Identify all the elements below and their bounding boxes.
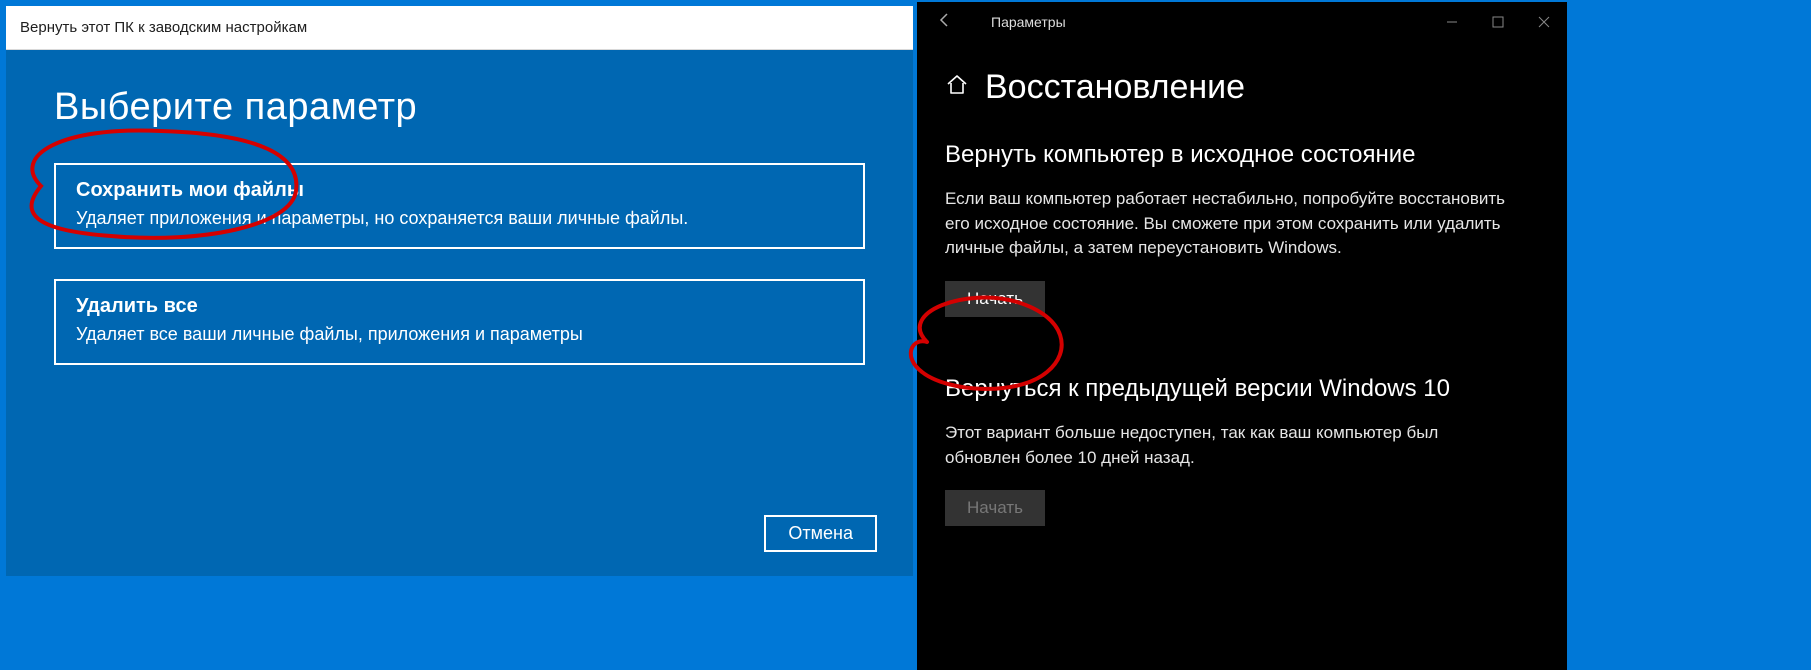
section-goback-heading: Вернуться к предыдущей версии Windows 10 (945, 375, 1539, 403)
reset-dialog-title: Вернуть этот ПК к заводским настройкам (20, 19, 307, 36)
close-button[interactable] (1521, 7, 1567, 37)
start-reset-button[interactable]: Начать (945, 281, 1045, 317)
section-reset-heading: Вернуть компьютер в исходное состояние (945, 141, 1539, 169)
home-icon[interactable] (945, 73, 969, 103)
reset-dialog: Вернуть этот ПК к заводским настройкам В… (6, 6, 913, 576)
settings-window-title: Параметры (991, 14, 1066, 30)
section-goback-text: Этот вариант больше недоступен, так как … (945, 421, 1505, 470)
section-reset-text: Если ваш компьютер работает нестабильно,… (945, 187, 1505, 261)
page-title: Восстановление (985, 68, 1245, 107)
reset-dialog-titlebar: Вернуть этот ПК к заводским настройкам (6, 6, 913, 50)
minimize-button[interactable] (1429, 7, 1475, 37)
maximize-button[interactable] (1475, 7, 1521, 37)
option-keep-files-desc: Удаляет приложения и параметры, но сохра… (76, 208, 843, 229)
option-remove-all[interactable]: Удалить все Удаляет все ваши личные файл… (54, 279, 865, 365)
settings-titlebar: Параметры (917, 2, 1567, 42)
back-button[interactable] (935, 12, 955, 33)
reset-heading: Выберите параметр (54, 86, 865, 129)
settings-window: Параметры Восстановление Вернуть компьют… (917, 0, 1567, 670)
page-header: Восстановление (945, 68, 1539, 107)
option-remove-all-title: Удалить все (76, 295, 843, 318)
option-keep-files[interactable]: Сохранить мои файлы Удаляет приложения и… (54, 163, 865, 249)
option-keep-files-title: Сохранить мои файлы (76, 179, 843, 202)
option-remove-all-desc: Удаляет все ваши личные файлы, приложени… (76, 324, 843, 345)
start-goback-button: Начать (945, 490, 1045, 526)
cancel-button[interactable]: Отмена (764, 515, 877, 552)
